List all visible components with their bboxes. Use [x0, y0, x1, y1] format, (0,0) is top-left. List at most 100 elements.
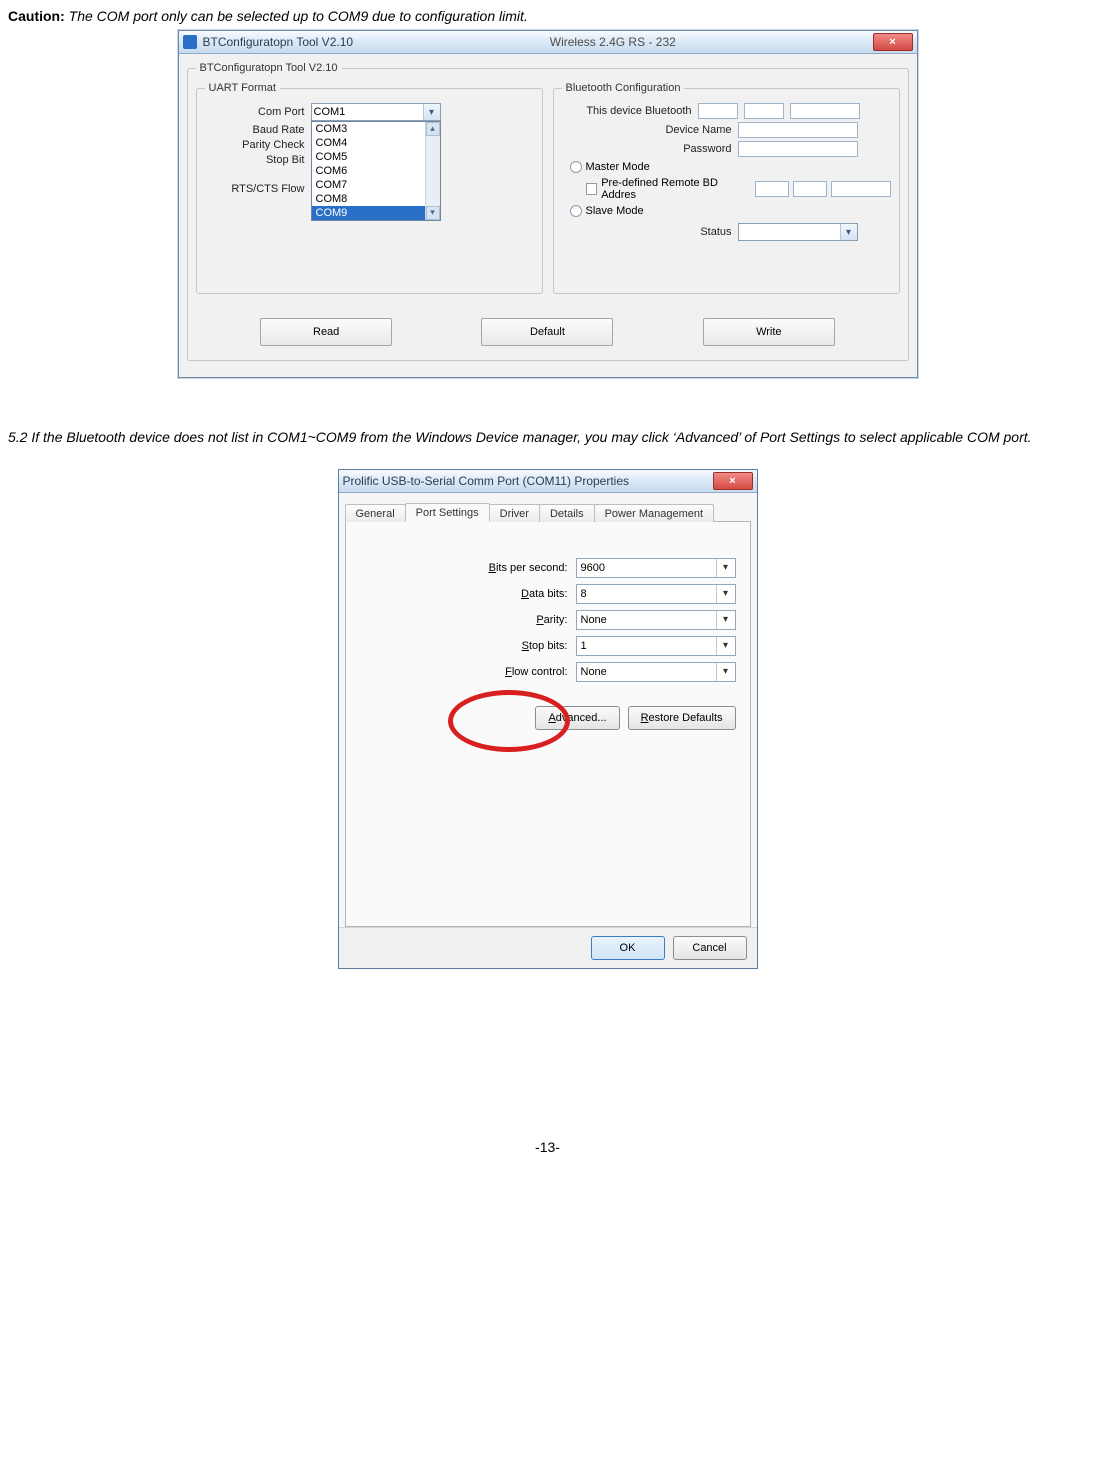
advanced-button[interactable]: Advanced... [535, 706, 619, 730]
parity-label: Parity: [448, 614, 568, 626]
baud-rate-label: Baud Rate [205, 124, 305, 136]
com-port-combo[interactable]: COM1 COM3 COM4 COM5 COM6 COM7 COM8 COM9 [311, 103, 441, 121]
remote-bd-field-3[interactable] [831, 181, 891, 197]
write-button[interactable]: Write [703, 318, 835, 346]
close-button[interactable]: × [713, 472, 753, 490]
outer-group: BTConfiguratopn Tool V2.10 UART Format C… [187, 62, 909, 361]
stop-bits-select[interactable]: 1 [576, 636, 736, 656]
close-icon: × [729, 475, 735, 487]
data-bits-value: 8 [581, 588, 587, 600]
default-button-label: Default [530, 326, 565, 338]
port-settings-panel: Bits per second: 9600 Data bits: 8 Parit… [345, 522, 751, 927]
chevron-down-icon [840, 224, 857, 240]
com-option-selected[interactable]: COM9 [312, 206, 440, 220]
chevron-down-icon [716, 663, 735, 681]
com-option[interactable]: COM3 [312, 122, 440, 136]
write-button-label: Write [756, 326, 781, 338]
predefined-label: Pre-defined Remote BD Addres [601, 177, 750, 201]
slave-mode-radio[interactable]: Slave Mode [570, 205, 891, 217]
cancel-button-label: Cancel [692, 942, 726, 954]
com-option[interactable]: COM6 [312, 164, 440, 178]
read-button-label: Read [313, 326, 339, 338]
bits-per-second-select[interactable]: 9600 [576, 558, 736, 578]
window-title: Prolific USB-to-Serial Comm Port (COM11)… [343, 474, 630, 488]
caution-line: Caution: The COM port only can be select… [8, 8, 1087, 24]
password-label: Password [562, 143, 732, 155]
slave-mode-label: Slave Mode [586, 205, 644, 217]
radio-icon [570, 205, 582, 217]
com-option[interactable]: COM7 [312, 178, 440, 192]
chevron-down-icon [716, 559, 735, 577]
bits-per-second-label: Bits per second: [448, 562, 568, 574]
master-mode-radio[interactable]: Master Mode [570, 161, 891, 173]
remote-bd-field-2[interactable] [793, 181, 827, 197]
uart-format-group: UART Format Com Port COM1 COM3 COM4 COM5 [196, 82, 543, 294]
outer-group-legend: BTConfiguratopn Tool V2.10 [196, 62, 342, 74]
app-icon [183, 35, 197, 49]
restore-defaults-button[interactable]: Restore Defaults [628, 706, 736, 730]
com-port-properties-window: Prolific USB-to-Serial Comm Port (COM11)… [338, 469, 758, 969]
section-5-2-text: 5.2 If the Bluetooth device does not lis… [8, 424, 1087, 451]
com-option[interactable]: COM8 [312, 192, 440, 206]
flow-control-label: Flow control: [448, 666, 568, 678]
tab-driver[interactable]: Driver [489, 504, 540, 522]
chevron-down-icon [716, 611, 735, 629]
checkbox-icon[interactable] [586, 183, 598, 195]
window-title: BTConfiguratopn Tool V2.10 [203, 35, 354, 49]
data-bits-select[interactable]: 8 [576, 584, 736, 604]
com-option[interactable]: COM4 [312, 136, 440, 150]
remote-bd-field-1[interactable] [755, 181, 789, 197]
ok-button-label: OK [620, 942, 636, 954]
parity-value: None [581, 614, 607, 626]
rtscts-label: RTS/CTS Flow [205, 183, 305, 195]
bd-addr-field-1[interactable] [698, 103, 738, 119]
scroll-up-icon[interactable]: ▴ [426, 122, 440, 136]
dropdown-scrollbar[interactable]: ▴ ▾ [425, 122, 440, 220]
parity-label: Parity Check [205, 139, 305, 151]
bluetooth-config-group: Bluetooth Configuration This device Blue… [553, 82, 900, 294]
bd-addr-field-2[interactable] [744, 103, 784, 119]
uart-legend: UART Format [205, 82, 280, 94]
bits-value: 9600 [581, 562, 605, 574]
flow-control-select[interactable]: None [576, 662, 736, 682]
cancel-button[interactable]: Cancel [673, 936, 747, 960]
stop-bits-value: 1 [581, 640, 587, 652]
device-name-field[interactable] [738, 122, 858, 138]
parity-select[interactable]: None [576, 610, 736, 630]
default-button[interactable]: Default [481, 318, 613, 346]
title-bar: Prolific USB-to-Serial Comm Port (COM11)… [339, 470, 757, 493]
flow-control-value: None [581, 666, 607, 678]
radio-icon [570, 161, 582, 173]
stop-bit-label: Stop Bit [205, 154, 305, 166]
this-device-label: This device Bluetooth [562, 105, 692, 117]
tab-strip: General Port Settings Driver Details Pow… [345, 499, 751, 522]
read-button[interactable]: Read [260, 318, 392, 346]
tab-general[interactable]: General [345, 504, 406, 522]
stop-bits-label: Stop bits: [448, 640, 568, 652]
bd-addr-field-3[interactable] [790, 103, 860, 119]
tab-power-management[interactable]: Power Management [594, 504, 714, 522]
com-option[interactable]: COM5 [312, 150, 440, 164]
password-field[interactable] [738, 141, 858, 157]
ok-button[interactable]: OK [591, 936, 665, 960]
bt-config-window: BTConfiguratopn Tool V2.10 Wireless 2.4G… [178, 30, 918, 378]
data-bits-label: Data bits: [448, 588, 568, 600]
page-number: -13- [8, 1139, 1087, 1155]
caution-label: Caution: [8, 8, 65, 24]
window-subtitle: Wireless 2.4G RS - 232 [550, 35, 676, 49]
scroll-down-icon[interactable]: ▾ [426, 206, 440, 220]
com-port-value: COM1 [314, 106, 346, 118]
tab-details[interactable]: Details [539, 504, 595, 522]
caution-text: The COM port only can be selected up to … [69, 8, 528, 24]
chevron-down-icon [716, 585, 735, 603]
bt-legend: Bluetooth Configuration [562, 82, 685, 94]
status-label: Status [562, 226, 732, 238]
status-combo[interactable] [738, 223, 858, 241]
chevron-down-icon [716, 637, 735, 655]
tab-port-settings[interactable]: Port Settings [405, 503, 490, 522]
master-mode-label: Master Mode [586, 161, 650, 173]
close-button[interactable]: × [873, 33, 913, 51]
title-bar: BTConfiguratopn Tool V2.10 Wireless 2.4G… [179, 31, 917, 54]
device-name-label: Device Name [562, 124, 732, 136]
com-port-dropdown[interactable]: COM3 COM4 COM5 COM6 COM7 COM8 COM9 ▴ [311, 121, 441, 221]
